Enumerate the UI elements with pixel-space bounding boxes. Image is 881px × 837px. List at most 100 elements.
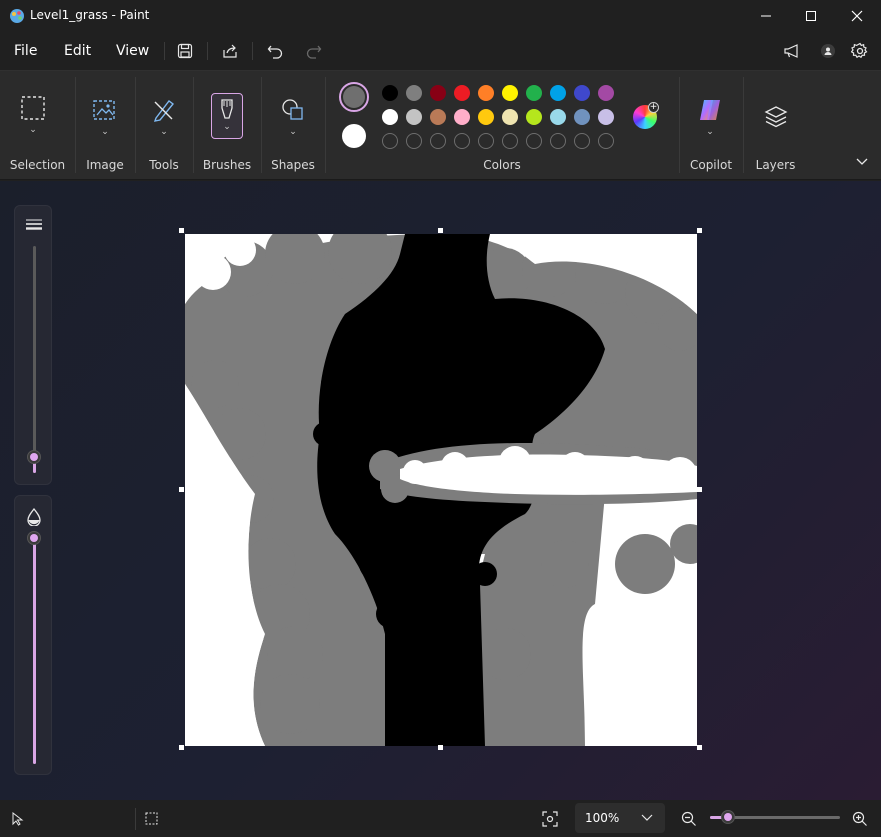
edit-colors-button[interactable]: + bbox=[633, 102, 659, 129]
palette-swatch[interactable] bbox=[598, 85, 614, 101]
secondary-color-swatch[interactable] bbox=[342, 124, 366, 148]
zoom-level-value: 100% bbox=[585, 811, 620, 825]
drawing-canvas[interactable] bbox=[185, 234, 697, 746]
zoom-slider-thumb[interactable] bbox=[720, 810, 735, 824]
settings-button[interactable] bbox=[846, 38, 874, 64]
brush-size-track[interactable] bbox=[33, 246, 36, 473]
palette-swatch[interactable] bbox=[382, 109, 398, 125]
group-label-colors: Colors bbox=[483, 158, 521, 172]
resize-handle-left[interactable] bbox=[179, 487, 184, 492]
zoom-out-icon bbox=[681, 811, 696, 826]
group-label-layers: Layers bbox=[755, 158, 796, 172]
brush-size-slider-thumb[interactable] bbox=[27, 450, 41, 465]
redo-button[interactable] bbox=[300, 38, 328, 64]
share-button[interactable] bbox=[216, 38, 244, 64]
palette-swatch[interactable] bbox=[574, 109, 590, 125]
copilot-button[interactable]: ⌄ bbox=[697, 97, 723, 137]
save-button[interactable] bbox=[171, 38, 199, 64]
primary-color-swatch bbox=[343, 86, 365, 108]
primary-color-button[interactable] bbox=[339, 82, 369, 112]
copilot-icon bbox=[700, 100, 720, 120]
menu-divider bbox=[164, 42, 165, 60]
fit-to-window-button[interactable] bbox=[539, 808, 561, 830]
image-tool-button[interactable]: ⌄ bbox=[92, 97, 118, 137]
custom-color-slot[interactable] bbox=[382, 133, 398, 149]
palette-swatch[interactable] bbox=[454, 85, 470, 101]
resize-handle-top-left[interactable] bbox=[179, 228, 184, 233]
palette-swatch[interactable] bbox=[502, 85, 518, 101]
palette-swatch[interactable] bbox=[406, 85, 422, 101]
chevron-down-icon: ⌄ bbox=[29, 125, 37, 135]
paint-app-icon bbox=[10, 9, 24, 23]
custom-color-slot[interactable] bbox=[478, 133, 494, 149]
palette-swatch[interactable] bbox=[550, 85, 566, 101]
save-icon bbox=[177, 43, 193, 59]
layers-icon bbox=[764, 106, 788, 128]
palette-swatch[interactable] bbox=[526, 109, 542, 125]
zoom-in-icon bbox=[852, 811, 867, 826]
account-button[interactable] bbox=[814, 38, 842, 64]
undo-button[interactable] bbox=[261, 38, 289, 64]
expand-ribbon-button[interactable] bbox=[855, 157, 873, 173]
resize-handle-bottom-right[interactable] bbox=[697, 745, 702, 750]
announcements-button[interactable] bbox=[778, 38, 806, 64]
tools-button[interactable]: ⌄ bbox=[151, 97, 177, 137]
custom-color-slot[interactable] bbox=[526, 133, 542, 149]
maximize-button[interactable] bbox=[788, 0, 834, 32]
resize-handle-top[interactable] bbox=[438, 228, 443, 233]
close-button[interactable] bbox=[834, 0, 880, 32]
custom-color-slot[interactable] bbox=[550, 133, 566, 149]
palette-swatch[interactable] bbox=[550, 109, 566, 125]
gear-icon bbox=[851, 42, 868, 59]
shapes-button[interactable]: ⌄ bbox=[280, 97, 306, 137]
group-label-copilot: Copilot bbox=[689, 158, 733, 172]
custom-color-slot[interactable] bbox=[454, 133, 470, 149]
opacity-fill bbox=[33, 538, 36, 764]
resize-handle-top-right[interactable] bbox=[697, 228, 702, 233]
resize-handle-bottom[interactable] bbox=[438, 745, 443, 750]
chevron-down-icon: ⌄ bbox=[101, 127, 109, 137]
chevron-down-icon: ⌄ bbox=[289, 127, 297, 137]
custom-color-slot[interactable] bbox=[574, 133, 590, 149]
palette-swatch[interactable] bbox=[430, 85, 446, 101]
palette-swatch[interactable] bbox=[406, 109, 422, 125]
layers-button[interactable] bbox=[763, 104, 789, 130]
menu-view[interactable]: View bbox=[116, 43, 149, 59]
menu-file[interactable]: File bbox=[14, 43, 37, 59]
palette-swatch[interactable] bbox=[430, 109, 446, 125]
custom-color-slot[interactable] bbox=[430, 133, 446, 149]
zoom-out-button[interactable] bbox=[677, 808, 701, 830]
resize-handle-right[interactable] bbox=[697, 487, 702, 492]
menu-bar: File Edit View bbox=[0, 32, 881, 70]
palette-swatch[interactable] bbox=[382, 85, 398, 101]
opacity-panel bbox=[14, 495, 52, 775]
minimize-button[interactable] bbox=[743, 0, 789, 32]
maximize-icon bbox=[806, 11, 816, 21]
shapes-icon bbox=[282, 99, 303, 120]
minimize-icon bbox=[761, 15, 771, 17]
close-icon bbox=[851, 10, 863, 22]
brush-icon bbox=[221, 99, 233, 119]
chevron-down-icon bbox=[641, 814, 653, 821]
palette-swatch[interactable] bbox=[454, 109, 470, 125]
brush-size-panel bbox=[14, 205, 52, 485]
palette-swatch[interactable] bbox=[526, 85, 542, 101]
menu-edit[interactable]: Edit bbox=[64, 43, 91, 59]
fit-to-window-icon bbox=[542, 811, 558, 827]
brushes-button[interactable]: ⌄ bbox=[211, 93, 243, 139]
custom-color-slot[interactable] bbox=[598, 133, 614, 149]
palette-swatch[interactable] bbox=[598, 109, 614, 125]
custom-color-slot[interactable] bbox=[406, 133, 422, 149]
palette-swatch[interactable] bbox=[502, 109, 518, 125]
zoom-level-dropdown[interactable]: 100% bbox=[575, 803, 665, 833]
opacity-slider-thumb[interactable] bbox=[27, 531, 41, 545]
palette-swatch[interactable] bbox=[478, 109, 494, 125]
palette-swatch[interactable] bbox=[574, 85, 590, 101]
selection-tool-button[interactable]: ⌄ bbox=[20, 95, 46, 135]
zoom-in-button[interactable] bbox=[848, 808, 872, 830]
custom-color-slot[interactable] bbox=[502, 133, 518, 149]
palette-swatch[interactable] bbox=[478, 85, 494, 101]
resize-handle-bottom-left[interactable] bbox=[179, 745, 184, 750]
status-bar bbox=[0, 800, 881, 837]
rectangle-select-icon bbox=[21, 96, 45, 120]
